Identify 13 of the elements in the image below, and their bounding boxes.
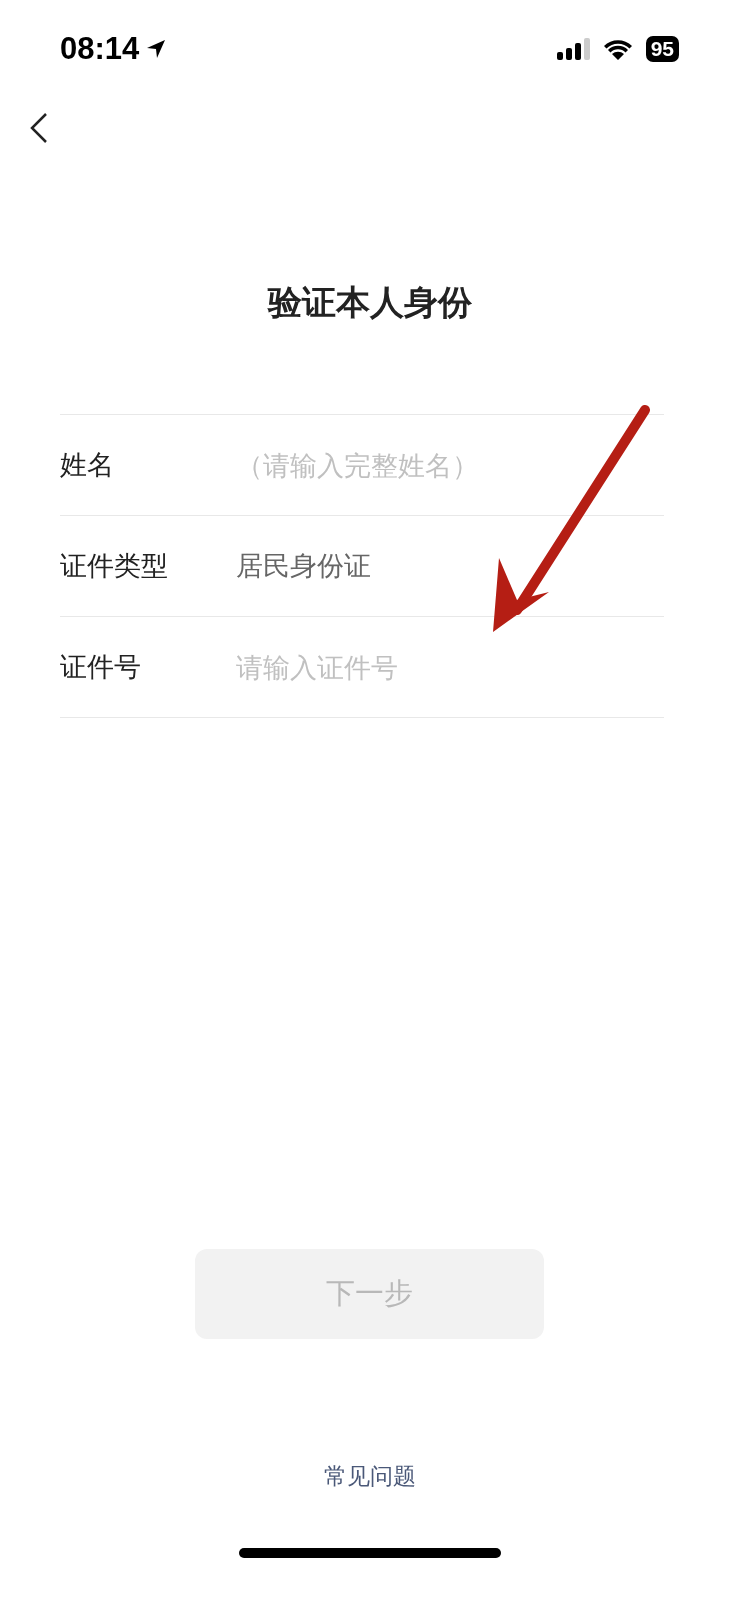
signal-icon <box>555 37 590 61</box>
id-type-value[interactable]: 居民身份证 <box>236 548 371 584</box>
field-label: 姓名 <box>60 448 115 482</box>
battery-icon: 95 <box>645 36 679 62</box>
input-field[interactable]: （请输入完整姓名） <box>236 449 636 481</box>
field-label: 证件号 <box>60 650 142 684</box>
faq-link[interactable]: 常见问题 <box>323 1461 416 1492</box>
location-arrow-icon <box>145 38 168 60</box>
page-title: 验证本人身份 <box>266 281 473 324</box>
status-time: 08:14 <box>60 31 140 67</box>
input-field[interactable]: 请输入证件号 <box>236 651 636 683</box>
back-icon[interactable] <box>30 112 48 144</box>
field-label: 证件类型 <box>60 549 169 583</box>
